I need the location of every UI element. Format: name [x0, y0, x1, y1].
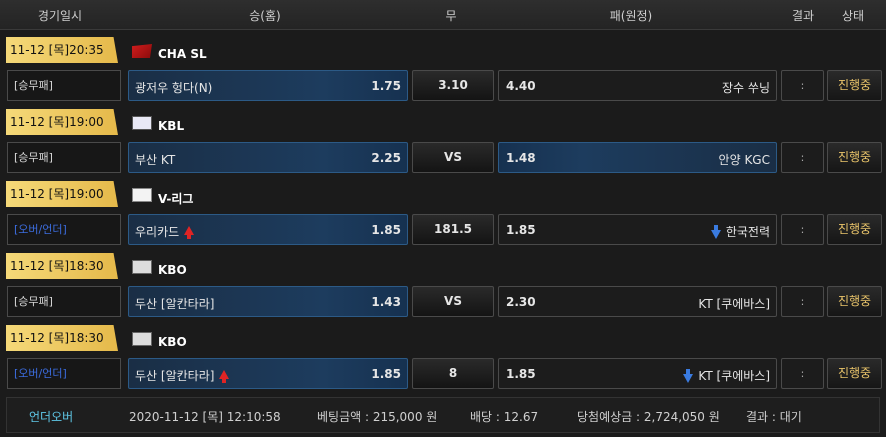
home-odds: 1.85 [371, 223, 401, 237]
game-datetime: 11-12 [목]19:00 [6, 181, 118, 207]
bet-type: [오버/언더] [7, 358, 121, 389]
home-team: 두산 [알칸타라] [135, 367, 230, 384]
header-away: 패(원정) [609, 9, 653, 23]
draw-odds-button[interactable]: 181.5 [412, 214, 494, 245]
table-header: 경기일시 승(홈) 무 패(원정) 결과 상태 [0, 0, 886, 30]
header-result: 결과 [791, 9, 815, 23]
bet-type: [승무패] [7, 142, 121, 173]
game-result: : [781, 286, 824, 317]
vleague-logo-icon [132, 188, 152, 202]
bet-summary-datetime: 2020-11-12 [목] 12:10:58 [129, 410, 281, 424]
away-odds-button[interactable]: 1.85 한국전력 [498, 214, 777, 245]
league-label: KBO [132, 328, 187, 350]
bet-row: [오버/언더] 우리카드 1.85 181.5 1.85 한국전력 : 진행중 [0, 214, 886, 246]
bet-type: [오버/언더] [7, 214, 121, 245]
league-label: KBL [132, 112, 184, 134]
header-draw: 무 [445, 9, 457, 23]
league-name: KBO [158, 263, 187, 277]
league-name: KBL [158, 119, 185, 133]
away-team: 장수 쑤닝 [722, 81, 770, 95]
arrow-down-icon [710, 225, 721, 239]
away-team: 한국전력 [710, 223, 770, 240]
draw-odds-button[interactable]: VS [412, 286, 494, 317]
status-button[interactable]: 진행중 [827, 142, 882, 173]
home-team: 부산 KT [135, 153, 176, 167]
home-odds: 1.75 [371, 79, 401, 93]
away-odds: 1.85 [506, 367, 536, 381]
game-block: 11-12 [목]19:00 KBL [승무패] 부산 KT 2.25 VS 1… [0, 102, 886, 174]
home-team: 우리카드 [135, 223, 195, 240]
away-odds: 2.30 [506, 295, 536, 309]
game-datetime: 11-12 [목]19:00 [6, 109, 118, 135]
bet-row: [승무패] 광저우 헝다(N) 1.75 3.10 4.40 장수 쑤닝 : 진… [0, 70, 886, 102]
draw-odds-button[interactable]: 3.10 [412, 70, 494, 101]
home-team: 광저우 헝다(N) [135, 81, 213, 95]
header-time: 경기일시 [37, 9, 83, 23]
status-button[interactable]: 진행중 [827, 214, 882, 245]
home-odds: 2.25 [371, 151, 401, 165]
game-datetime: 11-12 [목]18:30 [6, 253, 118, 279]
league-label: V-리그 [132, 184, 193, 206]
league-name: V-리그 [158, 191, 194, 206]
bet-type: [승무패] [7, 70, 121, 101]
away-odds: 1.85 [506, 223, 536, 237]
draw-odds-button[interactable]: 8 [412, 358, 494, 389]
bet-summary-amount: 베팅금액 : 215,000 원 [317, 410, 438, 424]
bet-row: [승무패] 두산 [알칸타라] 1.43 VS 2.30 KT [쿠에바스] :… [0, 286, 886, 318]
game-result: : [781, 214, 824, 245]
header-home: 승(홈) [249, 9, 281, 23]
game-block: 11-12 [목]19:00 V-리그 [오버/언더] 우리카드 1.85 18… [0, 174, 886, 246]
away-odds: 4.40 [506, 79, 536, 93]
league-name: CHA SL [158, 47, 207, 61]
league-name: KBO [158, 335, 187, 349]
away-odds: 1.48 [506, 151, 536, 165]
kbl-logo-icon [132, 116, 152, 130]
arrow-up-icon [184, 226, 195, 239]
flag-icon [132, 44, 152, 58]
home-odds-button[interactable]: 두산 [알칸타라] 1.43 [128, 286, 408, 317]
away-odds-button[interactable]: 1.85 KT [쿠에바스] [498, 358, 777, 389]
home-odds-button[interactable]: 부산 KT 2.25 [128, 142, 408, 173]
league-label: KBO [132, 256, 187, 278]
home-team: 두산 [알칸타라] [135, 297, 215, 311]
bet-summary: 언더오버 2020-11-12 [목] 12:10:58 베팅금액 : 215,… [6, 397, 880, 433]
bet-summary-expected-win: 당첨예상금 : 2,724,050 원 [577, 410, 720, 424]
kbo-logo-icon [132, 260, 152, 274]
status-button[interactable]: 진행중 [827, 70, 882, 101]
away-odds-button[interactable]: 2.30 KT [쿠에바스] [498, 286, 777, 317]
arrow-down-icon [683, 369, 694, 383]
away-team: KT [쿠에바스] [683, 367, 770, 384]
game-datetime: 11-12 [목]20:35 [6, 37, 118, 63]
away-team: 안양 KGC [718, 153, 770, 167]
league-label: CHA SL [132, 40, 207, 62]
bet-summary-type: 언더오버 [29, 410, 74, 424]
game-block: 11-12 [목]20:35 CHA SL [승무패] 광저우 헝다(N) 1.… [0, 30, 886, 102]
home-odds: 1.85 [371, 367, 401, 381]
bet-row: [오버/언더] 두산 [알칸타라] 1.85 8 1.85 KT [쿠에바스] … [0, 358, 886, 390]
game-result: : [781, 358, 824, 389]
home-odds-button[interactable]: 두산 [알칸타라] 1.85 [128, 358, 408, 389]
game-block: 11-12 [목]18:30 KBO [승무패] 두산 [알칸타라] 1.43 … [0, 246, 886, 318]
draw-odds-button[interactable]: VS [412, 142, 494, 173]
kbo-logo-icon [132, 332, 152, 346]
away-odds-button[interactable]: 4.40 장수 쑤닝 [498, 70, 777, 101]
away-odds-button[interactable]: 1.48 안양 KGC [498, 142, 777, 173]
away-team: KT [쿠에바스] [698, 297, 770, 311]
game-datetime: 11-12 [목]18:30 [6, 325, 118, 351]
bet-row: [승무패] 부산 KT 2.25 VS 1.48 안양 KGC : 진행중 [0, 142, 886, 174]
game-result: : [781, 142, 824, 173]
home-odds-button[interactable]: 우리카드 1.85 [128, 214, 408, 245]
home-odds-button[interactable]: 광저우 헝다(N) 1.75 [128, 70, 408, 101]
home-odds: 1.43 [371, 295, 401, 309]
arrow-up-icon [219, 370, 230, 383]
game-result: : [781, 70, 824, 101]
bet-type: [승무패] [7, 286, 121, 317]
header-status: 상태 [841, 9, 865, 23]
status-button[interactable]: 진행중 [827, 358, 882, 389]
status-button[interactable]: 진행중 [827, 286, 882, 317]
bet-summary-odds: 배당 : 12.67 [470, 410, 539, 424]
game-block: 11-12 [목]18:30 KBO [오버/언더] 두산 [알칸타라] 1.8… [0, 318, 886, 390]
bet-summary-result: 결과 : 대기 [746, 410, 802, 424]
